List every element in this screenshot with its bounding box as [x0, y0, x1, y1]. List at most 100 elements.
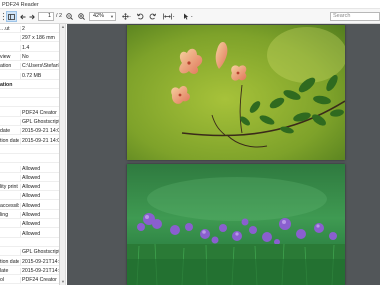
property-row[interactable] [0, 146, 59, 154]
overflow-dots-icon [2, 12, 5, 21]
property-value: 2015-09-21 14:0... [20, 137, 60, 144]
toolbar: 1 / 2 42% ▼ Search [0, 9, 380, 24]
property-row[interactable]: ling Allowed [0, 211, 59, 219]
property-row[interactable]: tion date2015-09-21T14:12... [0, 258, 59, 266]
scroll-up-icon[interactable]: ▲ [60, 24, 66, 30]
zoom-in-button[interactable] [77, 11, 86, 22]
back-arrow-icon [20, 14, 26, 19]
page-number-input[interactable]: 1 [38, 12, 54, 21]
property-row[interactable]: Allowed [0, 230, 59, 238]
property-key: accessibl [0, 202, 19, 209]
property-row[interactable]: Allowed [0, 220, 59, 229]
property-row[interactable] [0, 239, 59, 247]
zoom-value: 42% [93, 13, 105, 19]
property-row[interactable]: Allowed [0, 192, 59, 201]
fit-width-button[interactable] [161, 11, 176, 22]
zoom-out-button[interactable] [65, 11, 74, 22]
property-row[interactable]: 297 x 186 mm [0, 34, 59, 43]
property-value: 2 [20, 26, 59, 32]
property-key: view [0, 53, 11, 60]
property-row[interactable]: Allowed [0, 174, 59, 182]
document-viewer[interactable] [67, 24, 380, 285]
property-value: No [20, 53, 59, 60]
property-value: Allowed [20, 165, 59, 172]
property-row[interactable]: GPL Ghostscript 9... [0, 118, 60, 126]
property-row[interactable]: accessiblAllowed [0, 202, 59, 210]
pan-tool-button[interactable] [120, 11, 132, 22]
previous-page-button[interactable] [19, 11, 27, 22]
property-row[interactable]: ol PDF24 Creator [0, 276, 59, 285]
property-value: 2015-09-21 14:0... [20, 128, 60, 135]
pdf-page-1 [127, 25, 345, 160]
forward-arrow-icon [29, 14, 35, 19]
property-key: ol [0, 277, 5, 284]
property-key: date [0, 128, 11, 135]
property-row[interactable]: PDF24 Creator [0, 109, 59, 117]
property-value: Allowed [20, 230, 59, 237]
sidebar-toggle-button[interactable] [6, 11, 17, 22]
zoom-select[interactable]: 42% ▼ [89, 12, 116, 21]
pdf-page-2 [127, 164, 345, 285]
title-bar: PDF24 Reader [0, 0, 380, 9]
property-row[interactable]: tion date2015-09-21 14:0... [0, 137, 60, 145]
property-value: Allowed [20, 212, 59, 218]
property-value: 1.4 [20, 44, 59, 51]
fit-width-icon [162, 13, 174, 20]
property-key: lity print [0, 184, 18, 191]
scroll-down-icon[interactable]: ▼ [60, 279, 66, 285]
property-row[interactable]: …ut 2 [0, 25, 59, 33]
property-value: Allowed [20, 193, 59, 200]
zoom-out-icon [66, 13, 73, 20]
property-key: tion date [0, 137, 19, 144]
property-row[interactable]: Allowed [0, 165, 59, 173]
property-row[interactable]: 1.4 [0, 44, 59, 52]
property-value: 2015-09-21T14:12... [20, 258, 59, 265]
property-row[interactable]: GPL Ghostscript 9... [0, 248, 60, 257]
sidebar-scrollbar[interactable]: ▲ ▼ [60, 24, 66, 285]
sidebar-toggle-icon [8, 13, 15, 20]
rotate-right-button[interactable] [148, 11, 157, 22]
property-value: PDF24 Creator [20, 277, 59, 284]
property-value: 2015-09-21T14:12... [20, 267, 59, 274]
redo-icon [149, 13, 156, 20]
undo-icon [137, 13, 144, 20]
next-page-button[interactable] [28, 11, 36, 22]
property-value: Allowed [20, 184, 59, 191]
property-value: PDF24 Creator [20, 109, 59, 116]
property-key: …ut [0, 26, 10, 32]
property-value: 297 x 186 mm [20, 35, 59, 42]
property-key: ation [0, 81, 13, 88]
page-2-photo-violet-flowers [127, 164, 345, 285]
property-key: ling [0, 212, 9, 218]
property-row[interactable]: ation C:\Users\Stefan\D... [0, 62, 59, 71]
property-value: 0.72 MB [20, 72, 59, 79]
document-properties-panel: …ut 2 297 x 186 mm 1.4 view No ation C:\Users\S… [0, 24, 60, 285]
property-value: Allowed [20, 221, 59, 228]
page-1-photo-flowers-on-branch [127, 25, 345, 160]
select-tool-button[interactable] [181, 11, 195, 22]
property-row[interactable]: lity print Allowed [0, 183, 59, 192]
pointer-icon [183, 13, 193, 20]
chevron-down-icon: ▼ [110, 14, 114, 19]
property-value: GPL Ghostscript 9... [20, 119, 60, 125]
property-value: Allowed [20, 202, 59, 209]
property-value: GPL Ghostscript 9... [20, 249, 60, 256]
property-row[interactable]: date 2015-09-21 14:0... [0, 127, 60, 136]
property-row[interactable]: ation [0, 81, 59, 89]
page-total-label: / 2 [56, 13, 63, 19]
window-title: PDF24 Reader [2, 1, 39, 8]
property-key: tion date [0, 258, 19, 265]
property-key: late [0, 267, 9, 274]
property-row[interactable] [0, 155, 59, 164]
search-input[interactable]: Search [330, 12, 380, 21]
property-value: C:\Users\Stefan\D... [20, 63, 59, 70]
property-row[interactable]: late 2015-09-21T14:12... [0, 267, 59, 275]
rotate-left-button[interactable] [136, 11, 145, 22]
property-row[interactable]: view No [0, 53, 59, 61]
zoom-in-icon [78, 13, 85, 20]
property-row[interactable]: 0.72 MB [0, 72, 59, 80]
property-value: Allowed [20, 174, 59, 181]
property-row[interactable] [0, 90, 59, 99]
property-row[interactable] [0, 99, 59, 108]
property-key: ation [0, 63, 12, 70]
